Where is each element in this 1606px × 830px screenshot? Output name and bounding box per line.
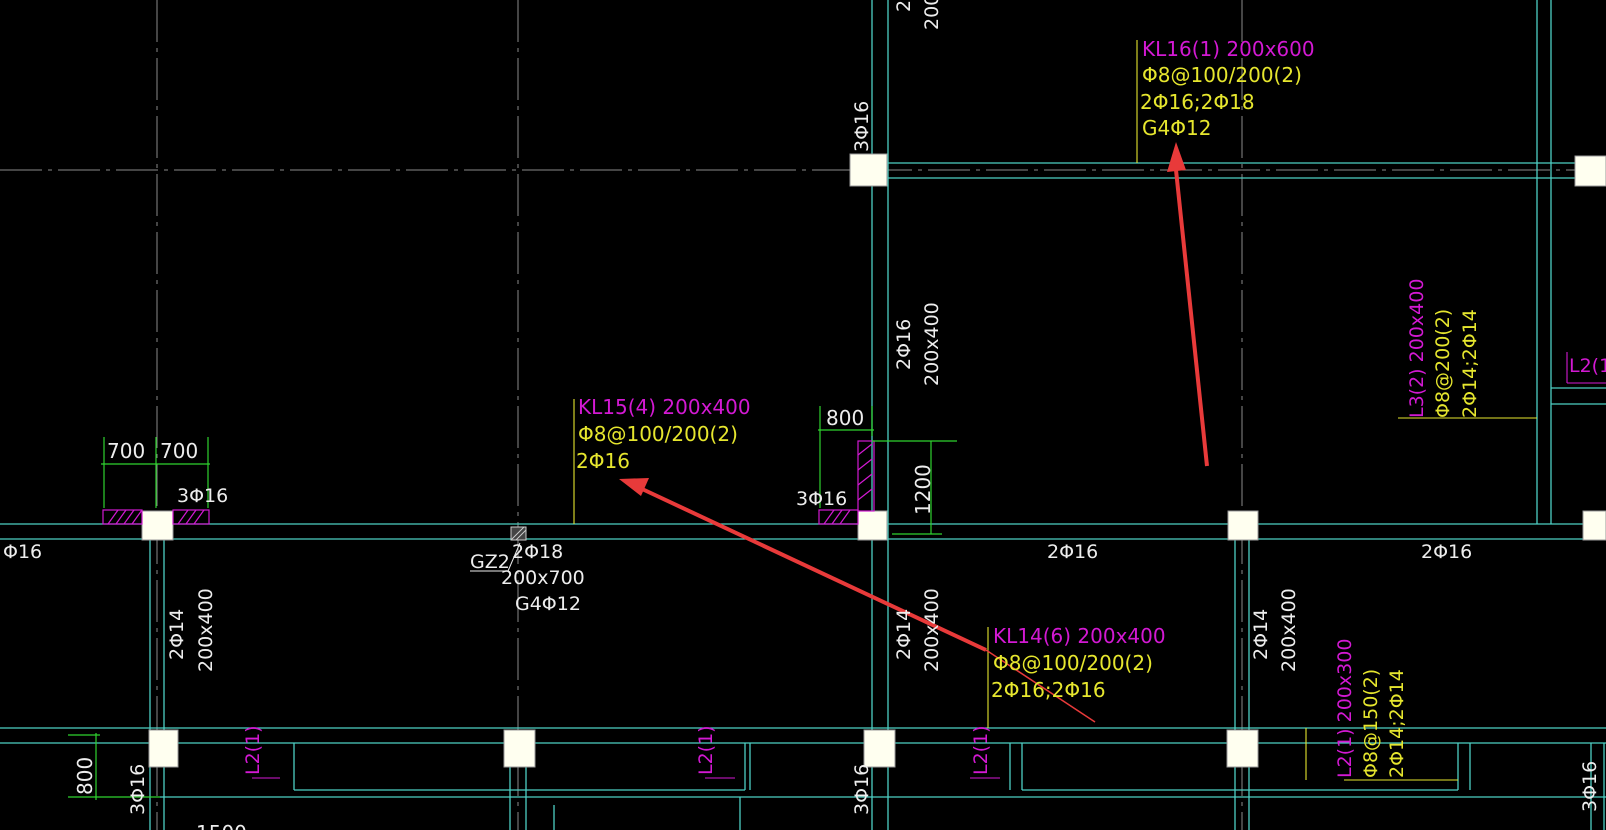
kl15-beam-label[interactable]: KL15(4) 200x400	[578, 395, 751, 419]
rebar-label: 2Φ14	[1250, 609, 1272, 660]
l3-stirrup-spec[interactable]: Φ8@200(2)	[1432, 309, 1454, 418]
kl14-stirrup-spec[interactable]: Φ8@100/200(2)	[993, 651, 1153, 675]
dimension-label: 700	[160, 439, 198, 463]
rebar-label: 3Φ16	[851, 764, 873, 815]
rebar-label: 3Φ16	[1579, 761, 1601, 812]
kl16-beam-label[interactable]: KL16(1) 200x600	[1142, 37, 1315, 61]
gz2-side-bars[interactable]: G4Φ12	[515, 593, 581, 615]
rebar-label: Φ16	[3, 541, 42, 563]
column[interactable]	[141, 510, 174, 541]
dimension-label: 800	[73, 757, 97, 795]
column[interactable]	[503, 729, 536, 768]
rebar-label: 3Φ16	[796, 488, 847, 510]
rebar-label: 3Φ16	[177, 485, 228, 507]
kl16-side-bars[interactable]: G4Φ12	[1142, 116, 1211, 140]
dimension-label-cut: 1500	[196, 821, 247, 830]
column[interactable]	[1226, 729, 1259, 768]
section-size-label: 200x400	[1278, 588, 1300, 672]
l3-beam-label[interactable]: L3(2) 200x400	[1406, 279, 1428, 418]
kl16-main-bars[interactable]: 2Φ16;2Φ18	[1140, 90, 1255, 114]
dimension-label: 700	[107, 439, 145, 463]
rebar-label: 2Φ16	[893, 319, 915, 370]
l2-beam-label[interactable]: L2(1) 200x300	[1334, 639, 1356, 778]
rebar-label: 2Φ16	[1047, 541, 1098, 563]
section-size-label: 200x400	[921, 302, 943, 386]
column[interactable]	[863, 729, 896, 768]
l2-stirrup-spec[interactable]: Φ8@150(2)	[1360, 669, 1382, 778]
section-size-label: 200x400	[195, 588, 217, 672]
section-size-label: 200x400	[921, 588, 943, 672]
column[interactable]	[148, 729, 179, 768]
dimension-label: 800	[826, 406, 864, 430]
rebar-label: 2Φ14	[166, 609, 188, 660]
kl15-main-bars[interactable]: 2Φ16	[576, 449, 630, 473]
column[interactable]	[1227, 510, 1259, 541]
rebar-label: 2Φ14	[893, 609, 915, 660]
l2-main-bars[interactable]: 2Φ14;2Φ14	[1386, 669, 1408, 778]
gz2-size[interactable]: 200x700	[501, 567, 585, 589]
column[interactable]	[849, 153, 888, 187]
column[interactable]	[1582, 510, 1606, 541]
rebar-label: 2Φ16	[1421, 541, 1472, 563]
dimension-label: 1200	[911, 464, 935, 515]
l2-label[interactable]: L2(1)	[970, 725, 992, 775]
l2-label[interactable]: L2(1)	[695, 725, 717, 775]
kl16-stirrup-spec[interactable]: Φ8@100/200(2)	[1142, 63, 1302, 87]
kl14-main-bars[interactable]: 2Φ16;2Φ16	[991, 678, 1106, 702]
rebar-label: 3Φ16	[851, 101, 873, 152]
l2-label[interactable]: L2(1)	[242, 725, 264, 775]
kl15-stirrup-spec[interactable]: Φ8@100/200(2)	[578, 422, 738, 446]
l2-label-cut[interactable]: L2(1	[1569, 355, 1606, 377]
gz2-column-hatch	[510, 526, 527, 541]
gz2-bars[interactable]: 2Φ18	[512, 541, 563, 563]
column[interactable]	[857, 510, 888, 541]
section-size-label-cut: 200	[921, 0, 943, 30]
cad-drawing-canvas[interactable]: KL16(1) 200x600 Φ8@100/200(2) 2Φ16;2Φ18 …	[0, 0, 1606, 830]
column[interactable]	[1574, 155, 1606, 187]
rebar-label: 3Φ16	[127, 764, 149, 815]
kl14-beam-label[interactable]: KL14(6) 200x400	[993, 624, 1166, 648]
rebar-label-cut: 2	[893, 0, 915, 12]
l3-main-bars[interactable]: 2Φ14;2Φ14	[1459, 309, 1481, 418]
